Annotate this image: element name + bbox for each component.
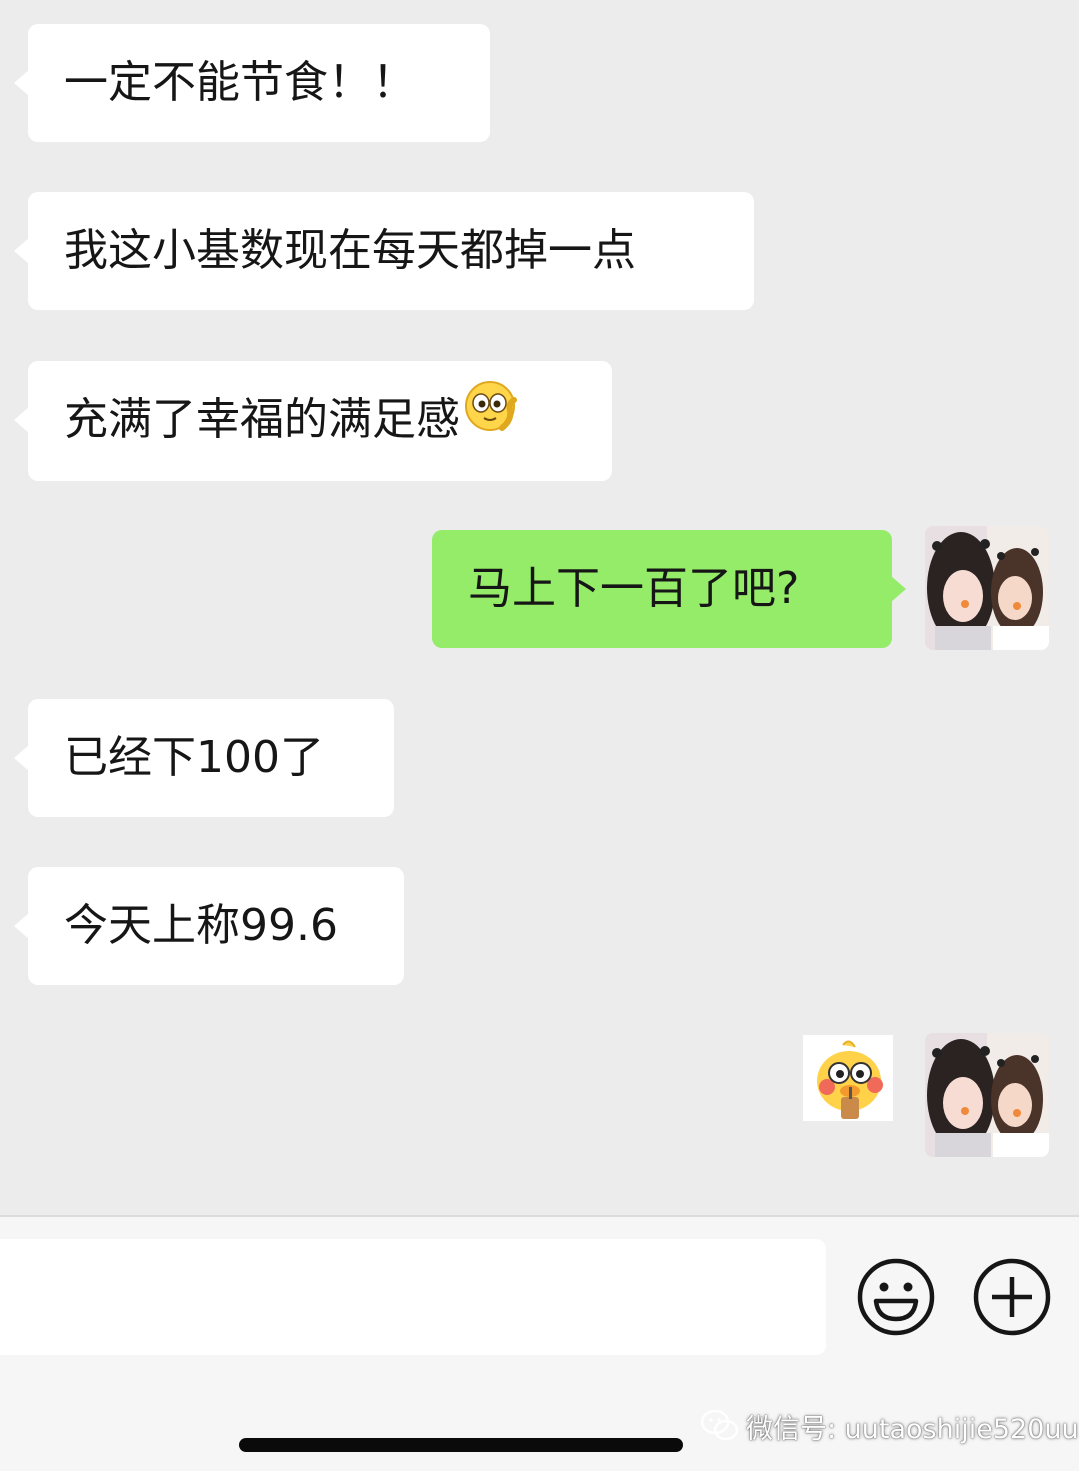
message-text: 一定不能节食！！: [64, 57, 416, 108]
avatar-photo-image: [925, 526, 1049, 650]
message-input[interactable]: [0, 1239, 826, 1355]
message-composer: 微信号: uutaoshijie520uu: [0, 1217, 1079, 1471]
message-text: 马上下一百了吧?: [468, 563, 800, 614]
incoming-message-bubble[interactable]: 一定不能节食！！: [14, 24, 490, 142]
duck-sticker-image: [803, 1035, 893, 1121]
home-indicator[interactable]: [239, 1438, 683, 1452]
wechat-logo-icon: [700, 1409, 739, 1441]
plus-circle-icon: [973, 1258, 1051, 1336]
incoming-message-bubble[interactable]: 已经下100了: [14, 699, 394, 817]
more-plus-button[interactable]: [972, 1257, 1052, 1337]
watermark-text: 微信号: uutaoshijie520uu: [746, 1413, 1079, 1445]
smirk-chin-emoji-icon: [462, 363, 522, 481]
outgoing-message-bubble[interactable]: 马上下一百了吧?: [432, 530, 906, 648]
my-avatar[interactable]: [925, 1033, 1049, 1157]
avatar-photo-image: [925, 1033, 1049, 1157]
emoji-button[interactable]: [856, 1257, 936, 1337]
incoming-message-bubble[interactable]: 充满了幸福的满足感: [14, 361, 612, 481]
chat-area[interactable]: 一定不能节食！！ 我这小基数现在每天都掉一点 充满了幸福的满足感 马上下一百了吧…: [0, 0, 1079, 1215]
my-avatar[interactable]: [925, 526, 1049, 650]
yellow-duck-drinking-sticker[interactable]: [803, 1035, 893, 1121]
incoming-message-bubble[interactable]: 我这小基数现在每天都掉一点: [14, 192, 754, 310]
incoming-message-bubble[interactable]: 今天上称99.6: [14, 867, 404, 985]
message-text: 已经下100了: [64, 732, 324, 783]
message-text: 今天上称99.6: [64, 900, 338, 951]
message-text: 我这小基数现在每天都掉一点: [64, 225, 636, 276]
message-text: 充满了幸福的满足感: [64, 394, 460, 445]
smiley-face-icon: [857, 1258, 935, 1336]
wechat-watermark: 微信号: uutaoshijie520uu: [700, 1404, 1079, 1448]
